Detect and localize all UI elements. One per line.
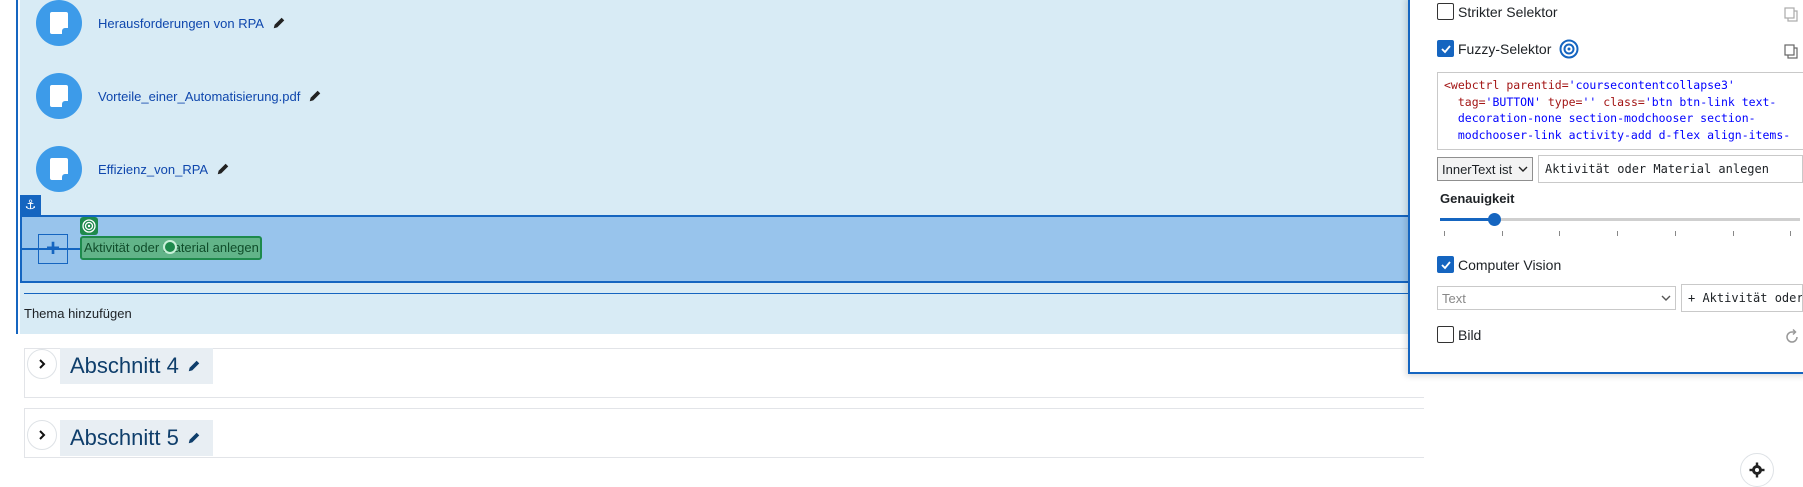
slider-tick (1732, 231, 1734, 236)
accuracy-slider-fill (1440, 218, 1494, 221)
fuzzy-selector-checkbox[interactable] (1437, 40, 1454, 57)
activity-name[interactable]: Effizienz_von_RPA (98, 162, 208, 177)
chevron-down-icon (1518, 166, 1528, 172)
strict-selector-label: Strikter Selektor (1458, 4, 1558, 20)
add-topic-link[interactable]: Thema hinzufügen (24, 306, 132, 321)
chevron-down-icon (1661, 295, 1671, 301)
code-token: tag= (1444, 94, 1486, 109)
activity-item[interactable]: Herausforderungen von RPA (36, 0, 286, 46)
click-point-icon (163, 240, 177, 254)
section-title[interactable]: Abschnitt 4 (70, 353, 179, 379)
code-token: <webctrl (1444, 78, 1500, 92)
code-token: 'btn btn-link text- (1644, 94, 1777, 109)
cv-text-input[interactable]: + Aktivität oder (1681, 284, 1803, 312)
slider-tick (1559, 231, 1561, 236)
slider-tick (1790, 231, 1792, 236)
code-token: modchooser-link activity-add d-flex alig… (1444, 127, 1791, 142)
slider-tick (1617, 231, 1619, 236)
code-token: type= (1540, 94, 1583, 109)
strict-selector-checkbox[interactable] (1437, 3, 1454, 20)
selector-code-editor[interactable]: <webctrl parentid='coursecontentcollapse… (1437, 72, 1803, 150)
code-token: 'BUTTON' (1485, 94, 1541, 109)
computer-vision-label: Computer Vision (1458, 257, 1562, 273)
accuracy-slider-thumb[interactable] (1488, 213, 1501, 226)
cv-type-placeholder: Text (1442, 290, 1466, 306)
activity-name[interactable]: Herausforderungen von RPA (98, 16, 264, 31)
chevron-right-icon[interactable] (27, 349, 57, 379)
section-row (24, 408, 1424, 458)
code-token: '' (1582, 94, 1597, 109)
cv-type-select[interactable]: Text (1437, 286, 1676, 310)
pencil-icon[interactable] (187, 431, 201, 445)
match-mode-select[interactable]: InnerText ist (1437, 157, 1533, 181)
section-title-wrap: Abschnitt 5 (60, 420, 213, 456)
pencil-icon[interactable] (216, 162, 230, 176)
slider-tick (1501, 231, 1503, 236)
pencil-icon[interactable] (272, 16, 286, 30)
code-token: parentid= (1499, 78, 1569, 92)
refresh-icon[interactable] (1783, 328, 1801, 346)
plus-icon[interactable]: + (38, 234, 68, 264)
section-selection-border (16, 0, 18, 334)
pencil-icon[interactable] (187, 359, 201, 373)
slider-tick (1444, 231, 1445, 236)
section-title-wrap: Abschnitt 4 (60, 348, 213, 384)
file-icon (36, 73, 82, 119)
code-token: decoration-none section-modchooser secti… (1444, 111, 1756, 125)
copy-icon[interactable] (1783, 43, 1799, 59)
anchor-icon[interactable]: ⚓ (20, 195, 41, 215)
chevron-right-icon[interactable] (27, 420, 57, 450)
code-token: 'coursecontentcollapse3' (1568, 78, 1735, 92)
copy-icon[interactable] (1783, 6, 1799, 22)
activity-item[interactable]: Effizienz_von_RPA (36, 146, 230, 192)
section-title[interactable]: Abschnitt 5 (70, 425, 179, 451)
image-label: Bild (1458, 327, 1482, 343)
section-row (24, 348, 1424, 398)
code-token: class= (1596, 94, 1645, 109)
target-icon[interactable] (1559, 39, 1579, 59)
divider (24, 293, 1420, 294)
activity-item[interactable]: Vorteile_einer_Automatisierung.pdf (36, 73, 322, 119)
activity-name[interactable]: Vorteile_einer_Automatisierung.pdf (98, 89, 300, 104)
gear-icon[interactable] (1740, 453, 1774, 487)
image-checkbox[interactable] (1437, 326, 1454, 343)
file-icon (36, 0, 82, 46)
accuracy-label: Genauigkeit (1440, 191, 1515, 206)
fuzzy-selector-label: Fuzzy-Selektor (1458, 41, 1552, 57)
pencil-icon[interactable] (308, 89, 322, 103)
computer-vision-checkbox[interactable] (1437, 256, 1454, 273)
target-icon[interactable] (80, 217, 98, 235)
match-value-input[interactable]: Aktivität oder Material anlegen (1538, 155, 1803, 183)
slider-tick (1674, 231, 1676, 236)
match-mode-value: InnerText ist (1442, 161, 1513, 177)
file-icon (36, 146, 82, 192)
